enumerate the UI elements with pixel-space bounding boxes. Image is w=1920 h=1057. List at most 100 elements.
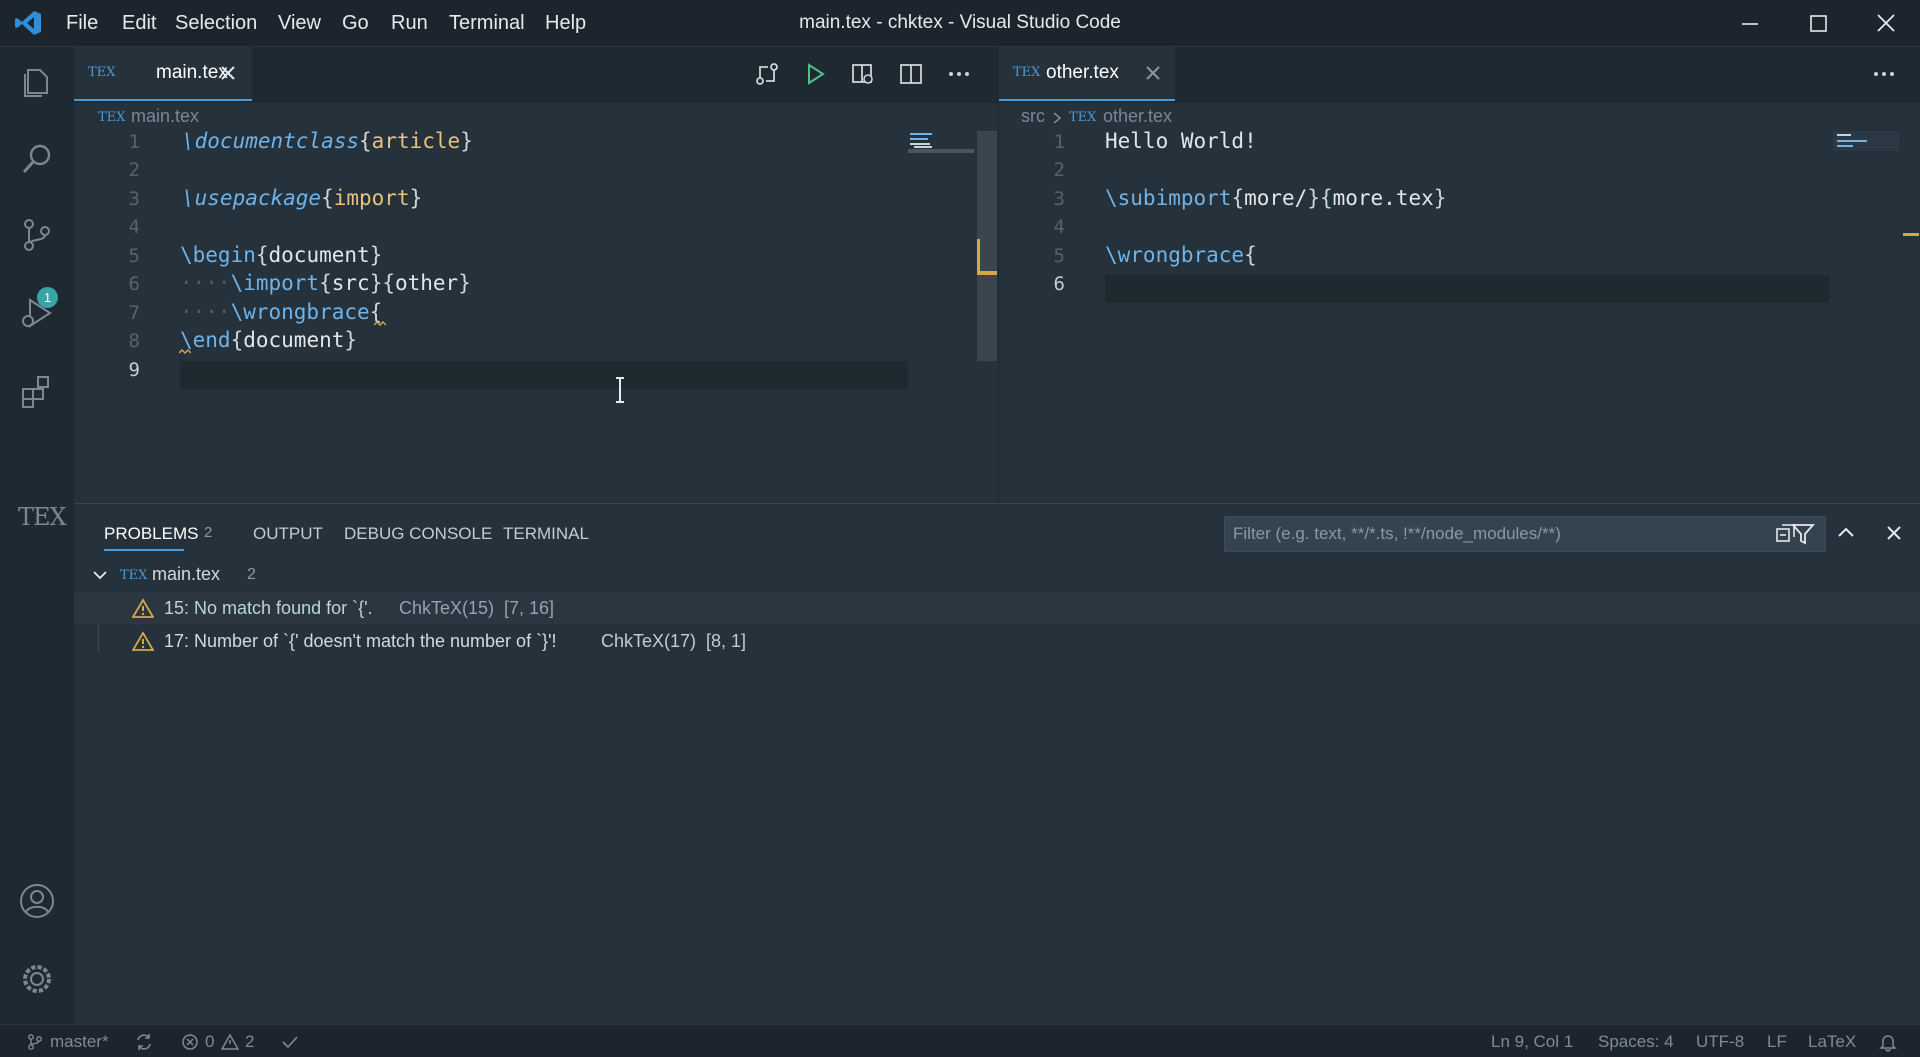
code-line[interactable]: \subimport{more/}{more.tex} xyxy=(1105,186,1446,210)
extensions-icon[interactable] xyxy=(17,371,57,411)
problem-file-count: 2 xyxy=(247,566,256,583)
build-latex-icon[interactable] xyxy=(802,61,828,87)
indentation[interactable]: Spaces: 4 xyxy=(1598,1032,1674,1052)
scrollbar-thumb[interactable] xyxy=(977,131,997,361)
source-control-icon[interactable] xyxy=(17,215,57,255)
breadcrumb-file[interactable]: main.tex xyxy=(131,106,199,127)
maximize-icon[interactable] xyxy=(1798,8,1838,38)
code-line[interactable]: \usepackage{import} xyxy=(182,186,422,210)
overview-warning-marker xyxy=(1903,233,1919,236)
chevron-right-icon xyxy=(1053,112,1062,124)
line-number: 5 xyxy=(1053,245,1065,267)
active-tab-indicator xyxy=(104,549,184,551)
tab-output[interactable]: OUTPUT xyxy=(253,524,323,544)
tex-file-icon: TEX xyxy=(1013,65,1041,80)
line-number: 1 xyxy=(1053,131,1065,153)
git-branch-icon xyxy=(28,1034,42,1050)
sync-icon[interactable] xyxy=(134,1032,154,1052)
warning-status-icon[interactable] xyxy=(221,1033,239,1051)
close-window-icon[interactable] xyxy=(1866,8,1906,38)
end-of-line[interactable]: LF xyxy=(1767,1032,1787,1052)
search-icon[interactable] xyxy=(17,139,57,179)
left-editor-group: TEX main.tex TEX main.tex 1 2 3 4 5 6 7 xyxy=(74,47,998,503)
problem-row[interactable]: 17: Number of `{' doesn't match the numb… xyxy=(74,625,1920,657)
breadcrumb-tex-icon: TEX xyxy=(98,110,126,125)
view-pdf-icon[interactable] xyxy=(850,61,876,87)
notifications-bell-icon[interactable] xyxy=(1878,1032,1898,1052)
close-panel-icon[interactable] xyxy=(1882,521,1906,545)
chevron-down-icon[interactable] xyxy=(92,568,108,582)
code-line[interactable]: \wrongbrace{ xyxy=(1105,243,1257,267)
problem-file-name: main.tex xyxy=(152,564,221,584)
bottom-panel: PROBLEMS 2 OUTPUT DEBUG CONSOLE TERMINAL… xyxy=(74,503,1920,1025)
current-line-highlight xyxy=(1105,275,1830,303)
line-number: 1 xyxy=(128,131,140,153)
right-editor-group: TEX other.tex src TEX other.tex 1 2 3 4 … xyxy=(998,47,1920,503)
problems-filter-input[interactable]: Filter (e.g. text, **/*.ts, !**/node_mod… xyxy=(1224,516,1826,552)
explorer-icon[interactable] xyxy=(17,61,57,101)
tab-debug-console[interactable]: DEBUG CONSOLE xyxy=(344,524,492,544)
code-line[interactable]: Hello World! xyxy=(1105,129,1257,153)
latex-icon[interactable]: TEX xyxy=(18,503,67,531)
line-number: 5 xyxy=(128,245,140,267)
line-number: 4 xyxy=(128,216,140,238)
more-actions-icon[interactable] xyxy=(1871,61,1897,87)
tex-file-icon: TEX xyxy=(120,568,148,583)
language-mode[interactable]: LaTeX xyxy=(1808,1032,1856,1052)
line-number-current: 9 xyxy=(128,359,140,381)
account-icon[interactable] xyxy=(17,881,57,921)
tex-file-icon: TEX xyxy=(88,65,116,80)
code-line[interactable]: ····\wrongbrace{ xyxy=(180,300,382,324)
code-line[interactable]: \documentclass{article} xyxy=(182,129,473,153)
tab-label: other.tex xyxy=(1046,62,1119,83)
current-line-highlight xyxy=(180,361,908,389)
settings-gear-icon[interactable] xyxy=(17,959,57,999)
more-actions-icon[interactable] xyxy=(946,61,972,87)
code-line[interactable]: \end{document} xyxy=(180,328,357,352)
tab-main-tex[interactable]: TEX main.tex xyxy=(74,47,252,101)
breadcrumb-folder[interactable]: src xyxy=(1021,106,1045,127)
problem-message: 17: Number of `{' doesn't match the numb… xyxy=(164,631,557,651)
problem-file-group[interactable]: TEX main.tex 2 xyxy=(74,560,1920,590)
run-debug-icon[interactable] xyxy=(17,293,57,333)
collapse-all-icon[interactable] xyxy=(1774,521,1798,545)
error-count[interactable]: 0 xyxy=(205,1032,214,1052)
warning-squiggle xyxy=(179,349,191,354)
code-line[interactable]: \begin{document} xyxy=(180,243,382,267)
line-number: 7 xyxy=(128,302,140,324)
problem-position: [8, 1] xyxy=(706,631,747,651)
warning-count[interactable]: 2 xyxy=(245,1032,254,1052)
status-bar: master* 0 2 Ln 9, Col 1 Spaces: 4 UTF-8 … xyxy=(0,1024,1920,1057)
split-editor-icon[interactable] xyxy=(898,61,924,87)
right-tab-bar: TEX other.tex xyxy=(999,47,1920,103)
filter-placeholder: Filter (e.g. text, **/*.ts, !**/node_mod… xyxy=(1233,524,1561,543)
tab-other-tex[interactable]: TEX other.tex xyxy=(999,47,1175,101)
minimap[interactable] xyxy=(908,131,974,155)
git-branch[interactable]: master* xyxy=(50,1032,109,1052)
minimap[interactable] xyxy=(1833,131,1899,151)
breadcrumb-file[interactable]: other.tex xyxy=(1103,106,1172,127)
breadcrumb-tex-icon: TEX xyxy=(1069,110,1097,125)
maximize-panel-icon[interactable] xyxy=(1834,521,1858,545)
cursor-position[interactable]: Ln 9, Col 1 xyxy=(1491,1032,1573,1052)
problem-row[interactable]: 15: No match found for `{'. ChkTeX(15) [… xyxy=(74,592,1920,624)
error-icon[interactable] xyxy=(181,1033,199,1051)
left-tab-bar: TEX main.tex xyxy=(74,47,998,103)
problem-source: ChkTeX(15) xyxy=(399,598,495,618)
line-number: 6 xyxy=(128,273,140,295)
close-tab-icon[interactable] xyxy=(1143,63,1163,83)
problem-message: 15: No match found for `{'. xyxy=(164,598,373,618)
problem-position: [7, 16] xyxy=(504,598,555,618)
minimize-icon[interactable] xyxy=(1730,8,1770,38)
line-number: 2 xyxy=(128,159,140,181)
tab-problems[interactable]: PROBLEMS xyxy=(104,524,198,544)
line-number-current: 6 xyxy=(1053,273,1065,295)
open-changes-icon[interactable] xyxy=(754,61,780,87)
code-line[interactable]: ····\import{src}{other} xyxy=(180,271,471,295)
tab-terminal[interactable]: TERMINAL xyxy=(503,524,589,544)
close-tab-icon[interactable] xyxy=(218,63,238,83)
check-icon[interactable] xyxy=(280,1033,300,1051)
problems-count-badge: 2 xyxy=(204,524,213,541)
title-bar: File Edit Selection View Go Run Terminal… xyxy=(0,0,1920,47)
encoding[interactable]: UTF-8 xyxy=(1696,1032,1744,1052)
